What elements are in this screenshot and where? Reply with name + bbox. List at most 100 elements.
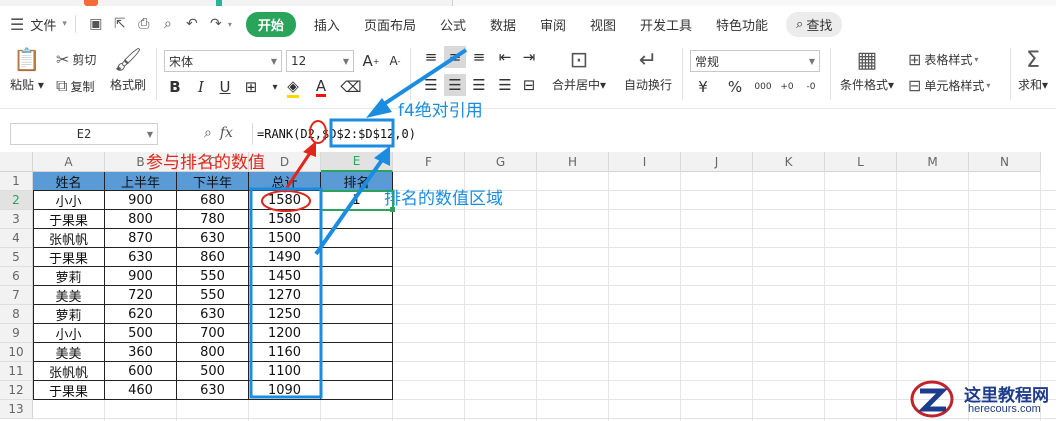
save-icon[interactable]: ▣ [84, 12, 108, 36]
table-cell[interactable]: 700 [177, 324, 249, 343]
table-cell[interactable]: 小小 [33, 324, 105, 343]
table-cell[interactable]: 张帆帆 [33, 362, 105, 381]
spreadsheet-grid[interactable]: A B C D E F G H I J K L M N 1 2 3 4 5 6 7 8 9 10 11 12 13 姓名 上半年 下半年总… [0, 152, 1056, 421]
table-cell[interactable] [321, 305, 393, 324]
merge-center-button[interactable]: ⊡ 合并居中▾ [552, 46, 606, 93]
distribute-button[interactable]: ⊟ [518, 74, 540, 96]
border-button[interactable]: ⊞ [240, 76, 262, 98]
column-header-j[interactable]: J [681, 152, 753, 172]
table-cell[interactable]: 800 [105, 210, 177, 229]
increase-indent-button[interactable]: ⇥ [518, 46, 540, 68]
copy-button[interactable]: ⧉ 复制 [56, 76, 94, 96]
table-cell[interactable]: 500 [105, 324, 177, 343]
row-header-4[interactable]: 4 [0, 229, 33, 248]
table-cell[interactable] [321, 381, 393, 400]
table-cell[interactable] [321, 267, 393, 286]
fx-icon[interactable]: fx [220, 125, 233, 141]
align-center-button[interactable]: ☰ [444, 74, 466, 96]
row-header-2[interactable]: 2 [0, 191, 33, 210]
align-bottom-button[interactable]: ≡ [468, 46, 490, 68]
table-cell[interactable]: 1250 [249, 305, 321, 324]
table-cell[interactable]: 630 [105, 248, 177, 267]
table-cell[interactable]: 360 [105, 343, 177, 362]
tab-data[interactable]: 数据 [490, 15, 516, 34]
table-cell[interactable]: 550 [177, 286, 249, 305]
percent-button[interactable]: % [724, 76, 746, 98]
row-header-7[interactable]: 7 [0, 286, 33, 305]
bold-button[interactable]: B [164, 76, 186, 98]
table-cell[interactable]: 1580 [249, 210, 321, 229]
table-cell[interactable]: 500 [177, 362, 249, 381]
align-right-button[interactable]: ☰ [468, 74, 490, 96]
tab-formulas[interactable]: 公式 [440, 15, 466, 34]
decrease-decimal-button[interactable]: -0 [800, 76, 822, 98]
name-box[interactable]: E2 ▼ [10, 123, 158, 145]
column-header-a[interactable]: A [33, 152, 105, 172]
table-cell[interactable] [321, 229, 393, 248]
table-cell[interactable]: 870 [105, 229, 177, 248]
table-cell[interactable]: 1200 [249, 324, 321, 343]
select-all-corner[interactable] [0, 152, 33, 172]
table-cell[interactable]: 900 [105, 191, 177, 210]
formula-input[interactable]: =RANK(D2,$D$2:$D$12,0) [252, 123, 1056, 145]
table-cell[interactable]: 900 [105, 267, 177, 286]
table-cell[interactable]: 1090 [249, 381, 321, 400]
table-cell[interactable]: 600 [105, 362, 177, 381]
font-name-select[interactable]: 宋体 ▼ [164, 50, 282, 72]
table-cell[interactable] [321, 343, 393, 362]
table-cell[interactable]: 1490 [249, 248, 321, 267]
table-cell[interactable]: 1160 [249, 343, 321, 362]
conditional-format-button[interactable]: ▦ 条件格式▾ [840, 46, 894, 93]
header-cell[interactable]: 姓名 [33, 172, 105, 191]
grow-font-button[interactable]: A + [360, 50, 382, 72]
table-cell[interactable]: 620 [105, 305, 177, 324]
tab-special[interactable]: 特色功能 [716, 15, 768, 34]
export-icon[interactable]: ⇱ [108, 12, 132, 36]
align-middle-button[interactable]: ≡ [444, 46, 466, 68]
fill-color-button[interactable]: ◈ [282, 76, 304, 98]
table-cell[interactable]: 860 [177, 248, 249, 267]
table-cell[interactable] [321, 286, 393, 305]
undo-icon[interactable]: ↶ [180, 12, 204, 36]
search-button[interactable]: ⌕ 查找 [786, 11, 843, 37]
row-header-1[interactable]: 1 [0, 172, 33, 191]
tab-review[interactable]: 审阅 [540, 15, 566, 34]
quick-access-caret-icon[interactable]: ▾ [228, 20, 232, 29]
file-menu[interactable]: 文件 [30, 15, 56, 34]
table-cell[interactable]: 550 [177, 267, 249, 286]
row-header-12[interactable]: 12 [0, 381, 33, 400]
row-header-6[interactable]: 6 [0, 267, 33, 286]
justify-button[interactable]: ☰ [494, 74, 516, 96]
menu-icon[interactable]: ☰ [10, 15, 24, 34]
table-cell[interactable]: 630 [177, 381, 249, 400]
column-header-f[interactable]: F [393, 152, 465, 172]
table-cell[interactable]: 630 [177, 305, 249, 324]
column-header-l[interactable]: L [825, 152, 897, 172]
row-header-11[interactable]: 11 [0, 362, 33, 381]
wrap-text-button[interactable]: ↵ 自动换行 [624, 46, 672, 93]
print-icon[interactable]: ⎙ [132, 12, 156, 36]
underline-button[interactable]: U [214, 76, 236, 98]
table-cell[interactable] [321, 324, 393, 343]
table-cell[interactable]: 1450 [249, 267, 321, 286]
table-style-button[interactable]: ⊞ 表格样式 ▾ [908, 50, 978, 69]
table-cell[interactable]: 美美 [33, 343, 105, 362]
align-top-button[interactable]: ≡ [420, 46, 442, 68]
number-format-select[interactable]: 常规 ▼ [690, 50, 820, 72]
table-cell[interactable]: 1580 [249, 191, 321, 210]
format-painter-button[interactable]: 🖌 格式刷 [110, 46, 146, 93]
tab-home[interactable]: 开始 [245, 11, 296, 37]
chevron-down-icon[interactable]: ▾ [62, 19, 67, 29]
print-preview-icon[interactable]: ⌕ [156, 12, 180, 36]
paste-button[interactable]: 📋 粘贴 ▾ [10, 46, 44, 93]
tab-developer[interactable]: 开发工具 [640, 15, 692, 34]
column-header-n[interactable]: N [969, 152, 1041, 172]
row-header-10[interactable]: 10 [0, 343, 33, 362]
table-cell[interactable]: 630 [177, 229, 249, 248]
row-header-3[interactable]: 3 [0, 210, 33, 229]
decrease-indent-button[interactable]: ⇤ [494, 46, 516, 68]
table-cell[interactable]: 780 [177, 210, 249, 229]
header-cell[interactable]: 上半年 [105, 172, 177, 191]
table-cell[interactable]: 于果果 [33, 381, 105, 400]
table-cell[interactable] [321, 362, 393, 381]
